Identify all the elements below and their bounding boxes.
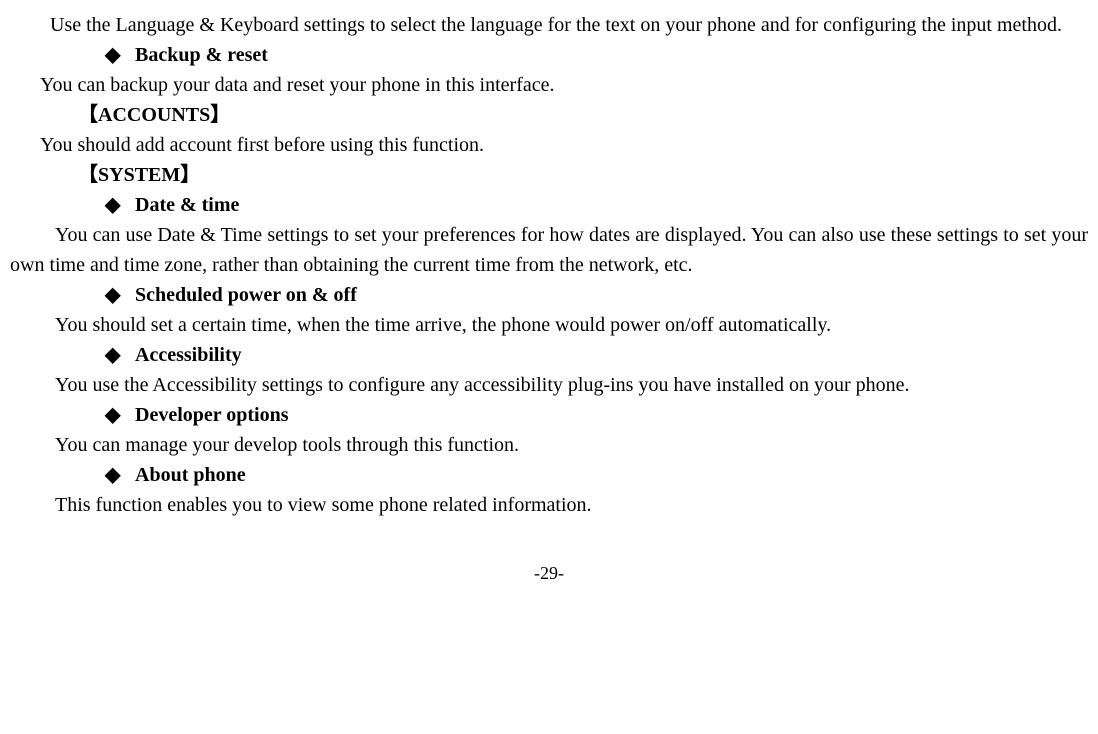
heading-scheduled: ◆Scheduled power on & off: [10, 280, 1088, 310]
section-accounts: 【ACCOUNTS】: [10, 100, 1088, 130]
paragraph-intro: Use the Language & Keyboard settings to …: [10, 10, 1088, 40]
paragraph-about: This function enables you to view some p…: [10, 490, 1088, 520]
heading-accessibility: ◆Accessibility: [10, 340, 1088, 370]
diamond-icon: ◆: [105, 40, 135, 70]
paragraph-accessibility: You use the Accessibility settings to co…: [10, 370, 1088, 400]
section-system: 【SYSTEM】: [10, 160, 1088, 190]
diamond-icon: ◆: [105, 340, 135, 370]
page-number: -29-: [10, 560, 1088, 587]
diamond-icon: ◆: [105, 400, 135, 430]
diamond-icon: ◆: [105, 280, 135, 310]
paragraph-scheduled: You should set a certain time, when the …: [10, 310, 1088, 340]
heading-backup-reset: ◆Backup & reset: [10, 40, 1088, 70]
heading-text: Developer options: [135, 404, 289, 426]
heading-text: Scheduled power on & off: [135, 284, 357, 306]
paragraph-backup: You can backup your data and reset your …: [10, 70, 1088, 100]
diamond-icon: ◆: [105, 190, 135, 220]
heading-text: Accessibility: [135, 344, 242, 366]
heading-text: Date & time: [135, 194, 239, 216]
heading-text: Backup & reset: [135, 44, 268, 66]
paragraph-accounts: You should add account first before usin…: [10, 130, 1088, 160]
paragraph-developer: You can manage your develop tools throug…: [10, 430, 1088, 460]
diamond-icon: ◆: [105, 460, 135, 490]
heading-date-time: ◆Date & time: [10, 190, 1088, 220]
heading-developer: ◆Developer options: [10, 400, 1088, 430]
paragraph-date: You can use Date & Time settings to set …: [10, 220, 1088, 280]
document-body: Use the Language & Keyboard settings to …: [10, 10, 1088, 587]
heading-text: About phone: [135, 464, 246, 486]
heading-about: ◆About phone: [10, 460, 1088, 490]
